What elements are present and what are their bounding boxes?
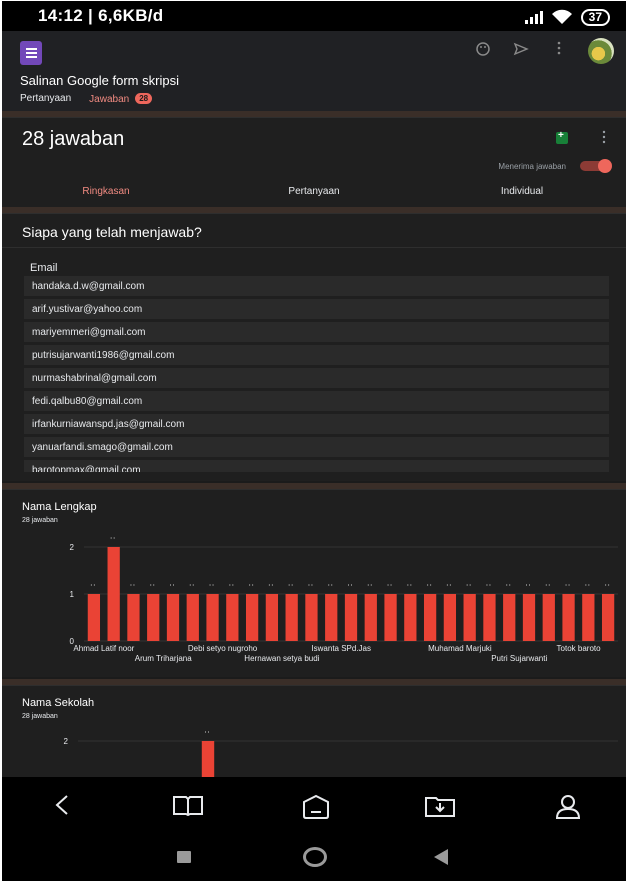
response-view-tabs: Ringkasan Pertanyaan Individual bbox=[2, 186, 626, 197]
bar bbox=[601, 594, 615, 641]
back-triangle-icon[interactable] bbox=[434, 849, 448, 865]
bar bbox=[186, 594, 199, 641]
bookmarks-icon[interactable] bbox=[172, 794, 204, 821]
tab-question[interactable]: Pertanyaan bbox=[210, 186, 418, 197]
status-bar: 14:12 | 6,6KB/d 37 bbox=[2, 1, 626, 31]
bar-chart-nama-lengkap: 0121 (3.6%)1 (7.1%)1 (3.6%)1 (3.6%)1 (3.… bbox=[70, 537, 618, 663]
who-answered-card: Siapa yang telah menjawab? Email handaka… bbox=[2, 213, 626, 481]
bar bbox=[522, 594, 536, 641]
bar bbox=[245, 594, 259, 641]
downloads-icon[interactable] bbox=[424, 794, 456, 823]
y-tick-label: 2 bbox=[70, 543, 75, 552]
status-time: 14:12 | 6,6KB/d bbox=[38, 6, 164, 25]
phone-screen: 14:12 | 6,6KB/d 37 Salinan Google form s… bbox=[2, 1, 626, 881]
signal-icon bbox=[524, 10, 543, 24]
bar bbox=[166, 594, 180, 641]
email-list[interactable]: handaka.d.w@gmail.com arif.yustivar@yaho… bbox=[24, 276, 609, 472]
x-tick-label: Totok baroto bbox=[557, 644, 602, 653]
sheets-icon[interactable] bbox=[556, 130, 568, 144]
more-vert-icon[interactable] bbox=[550, 41, 568, 59]
y-tick-label: 2 bbox=[64, 737, 69, 746]
form-tabs: Pertanyaan Jawaban 28 bbox=[20, 93, 163, 119]
question-card-nama-lengkap: Nama Lengkap 28 jawaban 0121 (3.6%)1 (7.… bbox=[2, 489, 626, 677]
bar bbox=[87, 594, 101, 641]
email-row: nurmashabrinal@gmail.com bbox=[24, 368, 609, 388]
email-row: fedi.qalbu80@gmail.com bbox=[24, 391, 609, 411]
email-row: irfankurniawanspd.jas@gmail.com bbox=[24, 414, 609, 434]
form-title: Salinan Google form skripsi bbox=[20, 73, 179, 88]
bar bbox=[423, 594, 437, 641]
bar bbox=[265, 594, 279, 641]
x-tick-label: Hernawan setya budi bbox=[244, 654, 319, 663]
responses-card: 28 jawaban Menerima jawaban Ringkasan Pe… bbox=[2, 117, 626, 207]
email-row: putrisujarwanti1986@gmail.com bbox=[24, 345, 609, 365]
x-tick-label: Arum Triharjana bbox=[135, 654, 192, 663]
battery-icon: 37 bbox=[580, 8, 610, 26]
more-vert-icon[interactable] bbox=[602, 130, 606, 144]
app-bar: Salinan Google form skripsi Pertanyaan J… bbox=[2, 31, 626, 119]
email-column-header: Email bbox=[30, 262, 58, 274]
divider bbox=[2, 247, 626, 248]
bar bbox=[384, 594, 397, 641]
x-tick-label: Ahmad Latif noor bbox=[73, 644, 134, 653]
browser-nav-bar bbox=[2, 777, 626, 833]
bar bbox=[206, 594, 219, 641]
email-row: handaka.d.w@gmail.com bbox=[24, 276, 609, 296]
bar bbox=[305, 594, 318, 641]
bar bbox=[562, 594, 575, 641]
responses-count-title: 28 jawaban bbox=[22, 128, 125, 150]
bar bbox=[443, 594, 457, 641]
tab-responses[interactable]: Jawaban 28 bbox=[86, 93, 163, 119]
x-tick-label: Iswanta SPd.Jas bbox=[311, 644, 371, 653]
status-icons: 37 bbox=[524, 7, 610, 27]
bar-chart-nama-sekolah: 21 (3.6%)1 (3.6%)1 (3.6%)1 (3.6%)1 (3.6%… bbox=[64, 731, 618, 778]
y-tick-label: 1 bbox=[70, 590, 75, 599]
home-circle-icon[interactable] bbox=[303, 847, 327, 867]
bar bbox=[226, 594, 239, 641]
palette-icon[interactable] bbox=[474, 41, 492, 59]
x-tick-label: Debi setyo nugroho bbox=[188, 644, 258, 653]
email-row: mariyemmeri@gmail.com bbox=[24, 322, 609, 342]
tab-individual[interactable]: Individual bbox=[418, 186, 626, 197]
system-nav-bar bbox=[2, 833, 626, 881]
email-row: yanuarfandi.smago@gmail.com bbox=[24, 437, 609, 457]
avatar[interactable] bbox=[588, 38, 614, 64]
bar bbox=[582, 594, 595, 641]
bar bbox=[285, 594, 298, 641]
bar bbox=[542, 594, 555, 641]
who-answered-title: Siapa yang telah menjawab? bbox=[22, 224, 202, 240]
bar bbox=[147, 594, 160, 641]
bar bbox=[201, 741, 215, 778]
email-row: barotopmax@gmail.com bbox=[24, 460, 609, 472]
tab-responses-label: Jawaban bbox=[89, 94, 130, 105]
bar bbox=[344, 594, 358, 641]
x-tick-label: Putri Sujarwanti bbox=[491, 654, 547, 663]
x-tick-label: Muhamad Marjuki bbox=[428, 644, 492, 653]
back-icon[interactable] bbox=[54, 794, 70, 821]
bar bbox=[127, 594, 140, 641]
recents-icon[interactable] bbox=[177, 851, 191, 863]
bar bbox=[483, 594, 496, 641]
wifi-icon bbox=[551, 9, 572, 24]
question-card-nama-sekolah: Nama Sekolah 28 jawaban 21 (3.6%)1 (3.6%… bbox=[2, 685, 626, 778]
accepting-responses-label: Menerima jawaban bbox=[498, 162, 566, 171]
bar bbox=[404, 594, 417, 641]
profile-icon[interactable] bbox=[554, 794, 582, 825]
email-row: arif.yustivar@yahoo.com bbox=[24, 299, 609, 319]
bar bbox=[503, 594, 516, 641]
tab-summary[interactable]: Ringkasan bbox=[2, 186, 210, 197]
home-icon[interactable] bbox=[300, 794, 332, 825]
bar bbox=[463, 594, 476, 641]
forms-logo-icon[interactable] bbox=[20, 41, 42, 65]
tab-questions[interactable]: Pertanyaan bbox=[20, 93, 71, 113]
bar bbox=[107, 547, 120, 641]
bar bbox=[364, 594, 377, 641]
accepting-responses-toggle[interactable] bbox=[580, 159, 612, 173]
responses-count-badge: 28 bbox=[135, 93, 153, 104]
bar bbox=[325, 594, 338, 641]
send-icon[interactable] bbox=[512, 41, 530, 59]
